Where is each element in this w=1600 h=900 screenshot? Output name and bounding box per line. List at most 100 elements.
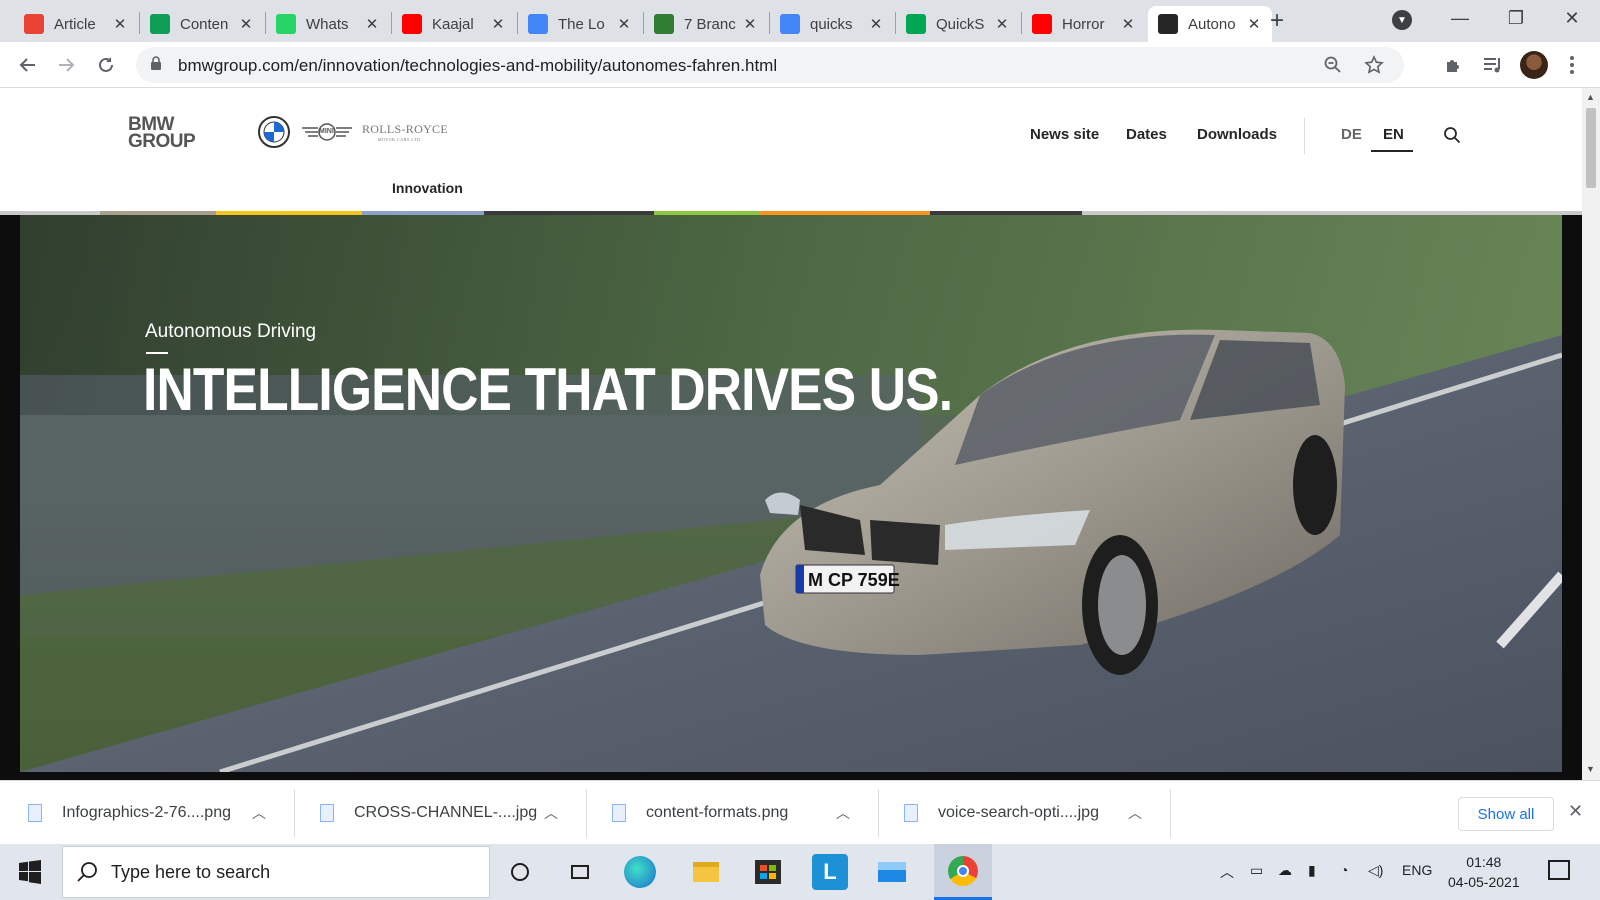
- minimize-button[interactable]: —: [1432, 0, 1488, 36]
- rolls-royce-sublabel: MOTOR CARS LTD: [378, 137, 421, 142]
- windows-taskbar: Type here to search L ︿ ▭ ☁ ▮ ◔ ◁) ENG 0…: [0, 844, 1600, 900]
- back-button[interactable]: [14, 51, 42, 79]
- reload-button[interactable]: [92, 51, 120, 79]
- scroll-up-arrow[interactable]: ▲: [1586, 92, 1595, 102]
- close-tab-icon[interactable]: ✕: [364, 15, 380, 33]
- profile-avatar[interactable]: [1520, 51, 1548, 79]
- restore-button[interactable]: ❐: [1488, 0, 1544, 36]
- tray-overflow-chevron[interactable]: ︿: [1220, 862, 1234, 882]
- close-tab-icon[interactable]: ✕: [616, 15, 632, 33]
- download-item[interactable]: content-formats.png ︿: [584, 781, 876, 845]
- file-explorer-icon[interactable]: [688, 854, 724, 890]
- bmw-roundel-logo[interactable]: [258, 116, 290, 153]
- hero-image: M CP 759E: [20, 215, 1562, 772]
- nav-news-site[interactable]: News site: [1030, 126, 1099, 143]
- hero-banner: M CP 759E Autonomous Driving INTELLIGENC…: [0, 215, 1582, 780]
- download-item[interactable]: voice-search-opti....jpg ︿: [876, 781, 1168, 845]
- mail-icon[interactable]: [874, 854, 910, 890]
- close-tab-icon[interactable]: ✕: [868, 15, 884, 33]
- docs-icon: [528, 14, 548, 34]
- close-tab-icon[interactable]: ✕: [490, 15, 506, 33]
- image-file-icon: [28, 804, 42, 822]
- chevron-up-icon[interactable]: ︿: [544, 803, 558, 823]
- lang-de[interactable]: DE: [1341, 126, 1362, 143]
- browser-tab[interactable]: 7 Branc ✕: [644, 6, 768, 42]
- close-tab-icon[interactable]: ✕: [742, 15, 758, 33]
- license-plate-text: M CP 759E: [808, 570, 900, 590]
- close-tab-icon[interactable]: ✕: [1246, 15, 1262, 33]
- close-tab-icon[interactable]: ✕: [238, 15, 254, 33]
- chrome-icon[interactable]: [934, 844, 992, 900]
- tab-search-button[interactable]: ▼: [1392, 10, 1412, 30]
- download-item[interactable]: CROSS-CHANNEL-....jpg ︿: [292, 781, 584, 845]
- notifications-icon[interactable]: [1548, 860, 1570, 880]
- forward-button[interactable]: [52, 51, 80, 79]
- page-scrollbar[interactable]: ▲ ▼: [1582, 88, 1600, 780]
- clock-date: 04-05-2021: [1448, 874, 1520, 890]
- image-file-icon: [904, 804, 918, 822]
- scroll-down-arrow[interactable]: ▼: [1586, 764, 1595, 774]
- volume-icon[interactable]: ◁): [1368, 862, 1383, 879]
- close-window-button[interactable]: ✕: [1544, 0, 1600, 36]
- browser-menu-button[interactable]: [1562, 52, 1582, 78]
- browser-tab[interactable]: quicks ✕: [770, 6, 894, 42]
- bmw-group-logo[interactable]: BMW GROUP: [128, 115, 196, 151]
- search-icon[interactable]: [1443, 126, 1461, 144]
- nav-downloads[interactable]: Downloads: [1197, 126, 1277, 143]
- nav-dates[interactable]: Dates: [1126, 126, 1167, 143]
- l-app-icon[interactable]: L: [812, 854, 848, 890]
- browser-tab[interactable]: Kaajal ✕: [392, 6, 516, 42]
- zoom-icon[interactable]: [1324, 56, 1342, 74]
- chevron-up-icon[interactable]: ︿: [1128, 803, 1142, 823]
- bmw-group-icon: [1158, 14, 1178, 34]
- section-innovation[interactable]: Innovation: [392, 180, 463, 196]
- edge-browser-icon[interactable]: [624, 856, 656, 888]
- browser-tab[interactable]: The Lo ✕: [518, 6, 642, 42]
- battery-icon[interactable]: ▮: [1308, 862, 1316, 879]
- media-control-icon[interactable]: [1482, 55, 1504, 75]
- tab-title: Conten: [180, 15, 229, 33]
- browser-tab[interactable]: Article ✕: [14, 6, 138, 42]
- language-indicator[interactable]: ENG: [1402, 862, 1432, 878]
- clock[interactable]: 01:48 04-05-2021: [1448, 852, 1520, 892]
- address-bar[interactable]: bmwgroup.com/en/innovation/technologies-…: [136, 47, 1404, 83]
- chevron-up-icon[interactable]: ︿: [836, 803, 850, 823]
- extensions-puzzle-icon[interactable]: [1444, 55, 1464, 75]
- download-separator: [1170, 789, 1171, 837]
- search-magnifier-icon: [77, 862, 97, 882]
- new-tab-button[interactable]: +: [1262, 6, 1292, 36]
- close-downloads-bar-button[interactable]: ✕: [1568, 801, 1583, 822]
- tab-title: Whats: [306, 15, 349, 33]
- google-icon: [780, 14, 800, 34]
- download-item[interactable]: Infographics-2-76....png ︿: [0, 781, 292, 845]
- show-all-downloads-button[interactable]: Show all: [1458, 797, 1554, 831]
- scrollbar-thumb[interactable]: [1586, 108, 1596, 188]
- tab-title: Kaajal: [432, 15, 474, 33]
- cortana-icon[interactable]: [502, 854, 538, 890]
- microsoft-store-icon[interactable]: [750, 854, 786, 890]
- browser-tab[interactable]: Conten ✕: [140, 6, 264, 42]
- close-tab-icon[interactable]: ✕: [112, 15, 128, 33]
- browser-tab[interactable]: Autono ✕: [1148, 6, 1272, 42]
- bmw-roundel-icon: [258, 116, 290, 148]
- rolls-royce-logo[interactable]: ROLLS-ROYCE MOTOR CARS LTD: [362, 122, 448, 142]
- mini-logo[interactable]: MINI: [302, 122, 352, 142]
- browser-tab[interactable]: Horror ✕: [1022, 6, 1146, 42]
- youtube-icon: [1032, 14, 1052, 34]
- arrow-right-icon: [59, 58, 75, 72]
- start-button[interactable]: [18, 860, 42, 889]
- tab-title: Article: [54, 15, 96, 33]
- close-tab-icon[interactable]: ✕: [994, 15, 1010, 33]
- chevron-up-icon[interactable]: ︿: [252, 803, 266, 823]
- browser-tab[interactable]: Whats ✕: [266, 6, 390, 42]
- close-tab-icon[interactable]: ✕: [1120, 15, 1136, 33]
- meet-now-icon[interactable]: ▭: [1250, 862, 1263, 879]
- taskbar-search-box[interactable]: Type here to search: [62, 846, 490, 898]
- onedrive-cloud-icon[interactable]: ☁: [1278, 862, 1292, 879]
- hero-title: INTELLIGENCE THAT DRIVES US.: [143, 356, 953, 423]
- wifi-icon[interactable]: ◔: [1340, 862, 1348, 878]
- task-view-icon[interactable]: [562, 854, 598, 890]
- browser-tab[interactable]: QuickS ✕: [896, 6, 1020, 42]
- bookmark-star-icon[interactable]: [1364, 55, 1384, 75]
- lang-en[interactable]: EN: [1383, 126, 1404, 143]
